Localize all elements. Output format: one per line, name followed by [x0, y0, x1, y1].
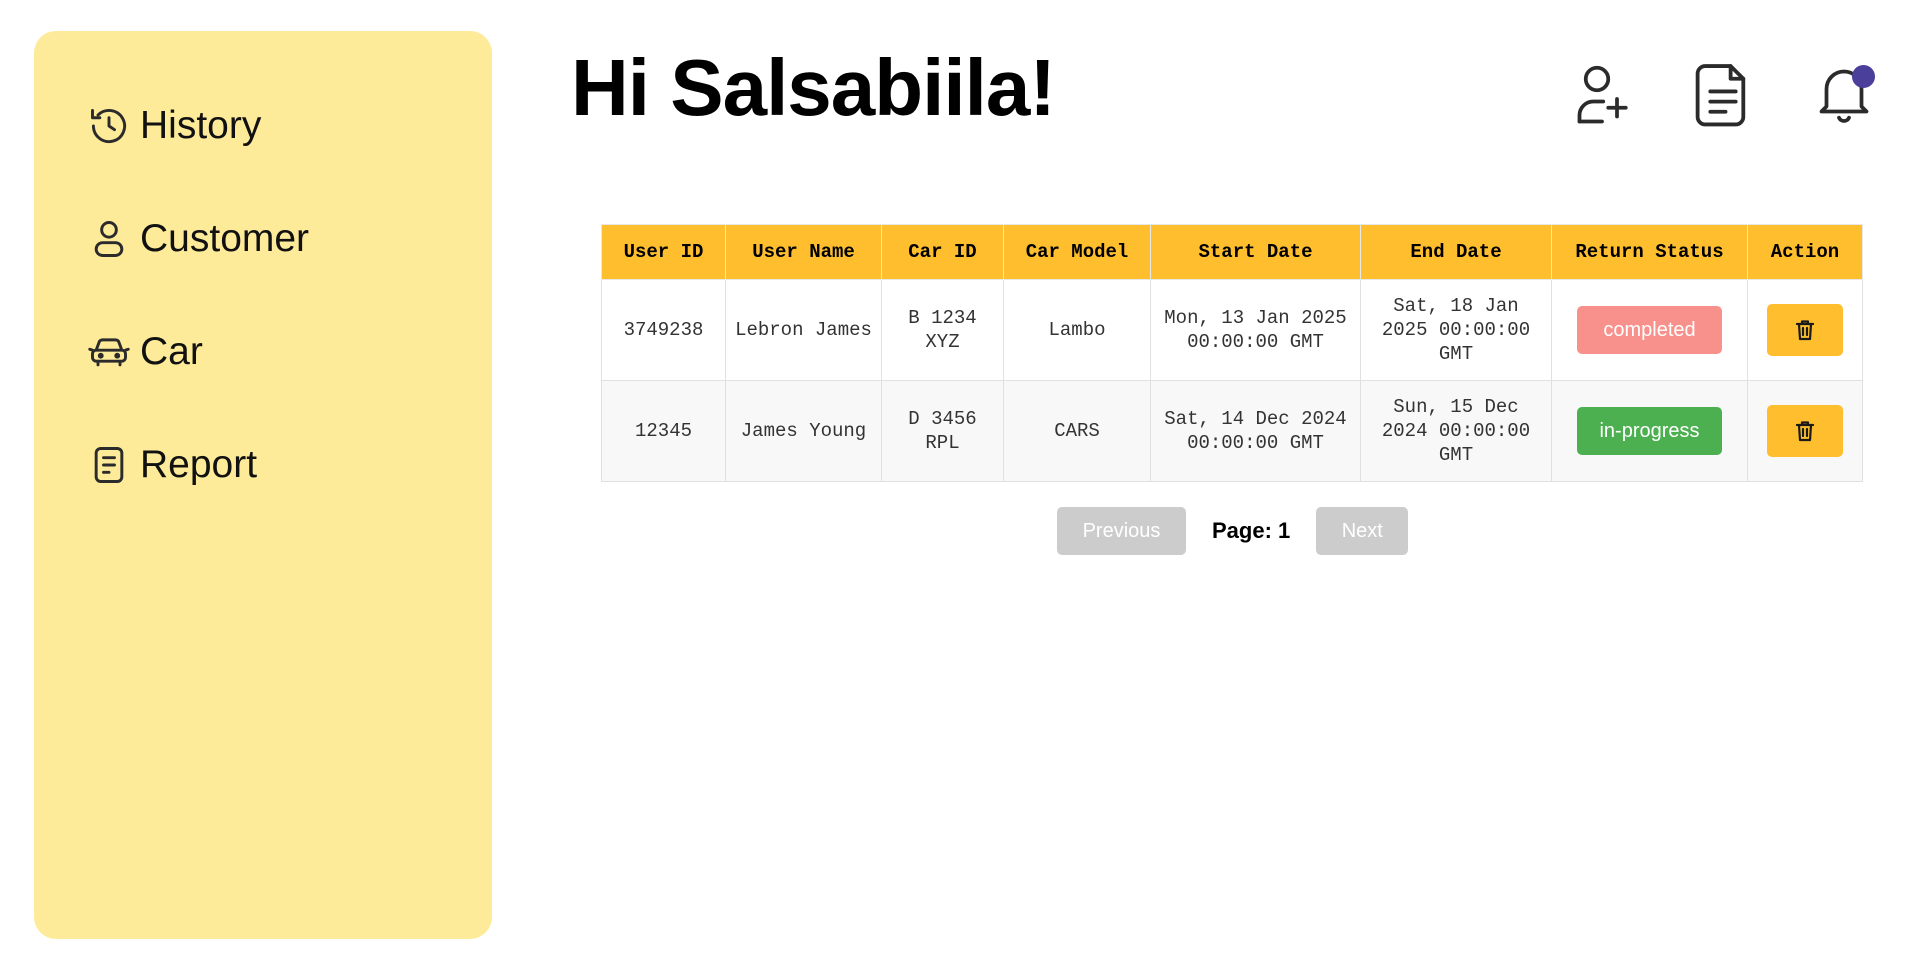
next-button[interactable]: Next: [1316, 507, 1409, 555]
history-icon: [86, 103, 132, 149]
table-header-row: User ID User Name Car ID Car Model Start…: [601, 224, 1863, 280]
header-actions: [1570, 58, 1876, 130]
previous-button[interactable]: Previous: [1057, 507, 1186, 555]
table-row: 12345 James Young D 3456 RPL CARS Sat, 1…: [601, 380, 1863, 482]
cell-return-status: completed: [1551, 279, 1748, 381]
column-header-car-id: Car ID: [881, 224, 1004, 280]
column-header-car-model: Car Model: [1003, 224, 1151, 280]
cell-user-id: 12345: [601, 380, 726, 482]
user-icon: [86, 216, 132, 262]
sidebar-item-car[interactable]: Car: [86, 327, 492, 377]
sidebar-item-report[interactable]: Report: [86, 440, 492, 490]
cell-action: [1747, 279, 1863, 381]
table-row: 3749238 Lebron James B 1234 XYZ Lambo Mo…: [601, 279, 1863, 381]
report-icon: [86, 442, 132, 488]
document-icon: [1695, 64, 1746, 127]
sidebar-item-label: Report: [140, 443, 258, 486]
rentals-table: User ID User Name Car ID Car Model Start…: [601, 224, 1863, 482]
sidebar-item-label: Customer: [140, 217, 310, 260]
cell-car-model: Lambo: [1003, 279, 1151, 381]
cell-end-date: Sun, 15 Dec 2024 00:00:00 GMT: [1360, 380, 1552, 482]
sidebar-item-label: History: [140, 104, 262, 147]
cell-user-id: 3749238: [601, 279, 726, 381]
status-badge[interactable]: in-progress: [1577, 407, 1722, 455]
cell-start-date: Mon, 13 Jan 2025 00:00:00 GMT: [1150, 279, 1361, 381]
column-header-user-id: User ID: [601, 224, 726, 280]
add-user-button[interactable]: [1570, 58, 1634, 130]
status-badge[interactable]: completed: [1577, 306, 1722, 354]
car-icon: [86, 329, 132, 375]
sidebar-item-label: Car: [140, 330, 203, 373]
cell-start-date: Sat, 14 Dec 2024 00:00:00 GMT: [1150, 380, 1361, 482]
cell-return-status: in-progress: [1551, 380, 1748, 482]
cell-car-id: B 1234 XYZ: [881, 279, 1004, 381]
cell-user-name: James Young: [725, 380, 882, 482]
trash-icon: [1795, 320, 1815, 341]
cell-end-date: Sat, 18 Jan 2025 00:00:00 GMT: [1360, 279, 1552, 381]
delete-button[interactable]: [1767, 405, 1843, 457]
notification-dot: [1852, 65, 1875, 88]
notification-button[interactable]: [1812, 58, 1876, 130]
trash-icon: [1795, 421, 1815, 442]
column-header-end-date: End Date: [1360, 224, 1552, 280]
page-indicator: Page: 1: [1212, 518, 1291, 543]
add-user-icon: [1577, 65, 1628, 124]
page-title: Hi Salsabiila!: [571, 43, 1056, 132]
pagination: Previous Page: 1 Next: [1057, 507, 1409, 555]
document-button[interactable]: [1691, 58, 1755, 130]
cell-car-id: D 3456 RPL: [881, 380, 1004, 482]
sidebar-item-customer[interactable]: Customer: [86, 214, 492, 264]
sidebar: History Customer Car Report: [34, 31, 492, 939]
cell-car-model: CARS: [1003, 380, 1151, 482]
column-header-action: Action: [1747, 224, 1863, 280]
column-header-user-name: User Name: [725, 224, 882, 280]
cell-action: [1747, 380, 1863, 482]
cell-user-name: Lebron James: [725, 279, 882, 381]
column-header-start-date: Start Date: [1150, 224, 1361, 280]
column-header-return-status: Return Status: [1551, 224, 1748, 280]
sidebar-item-history[interactable]: History: [86, 101, 492, 151]
delete-button[interactable]: [1767, 304, 1843, 356]
